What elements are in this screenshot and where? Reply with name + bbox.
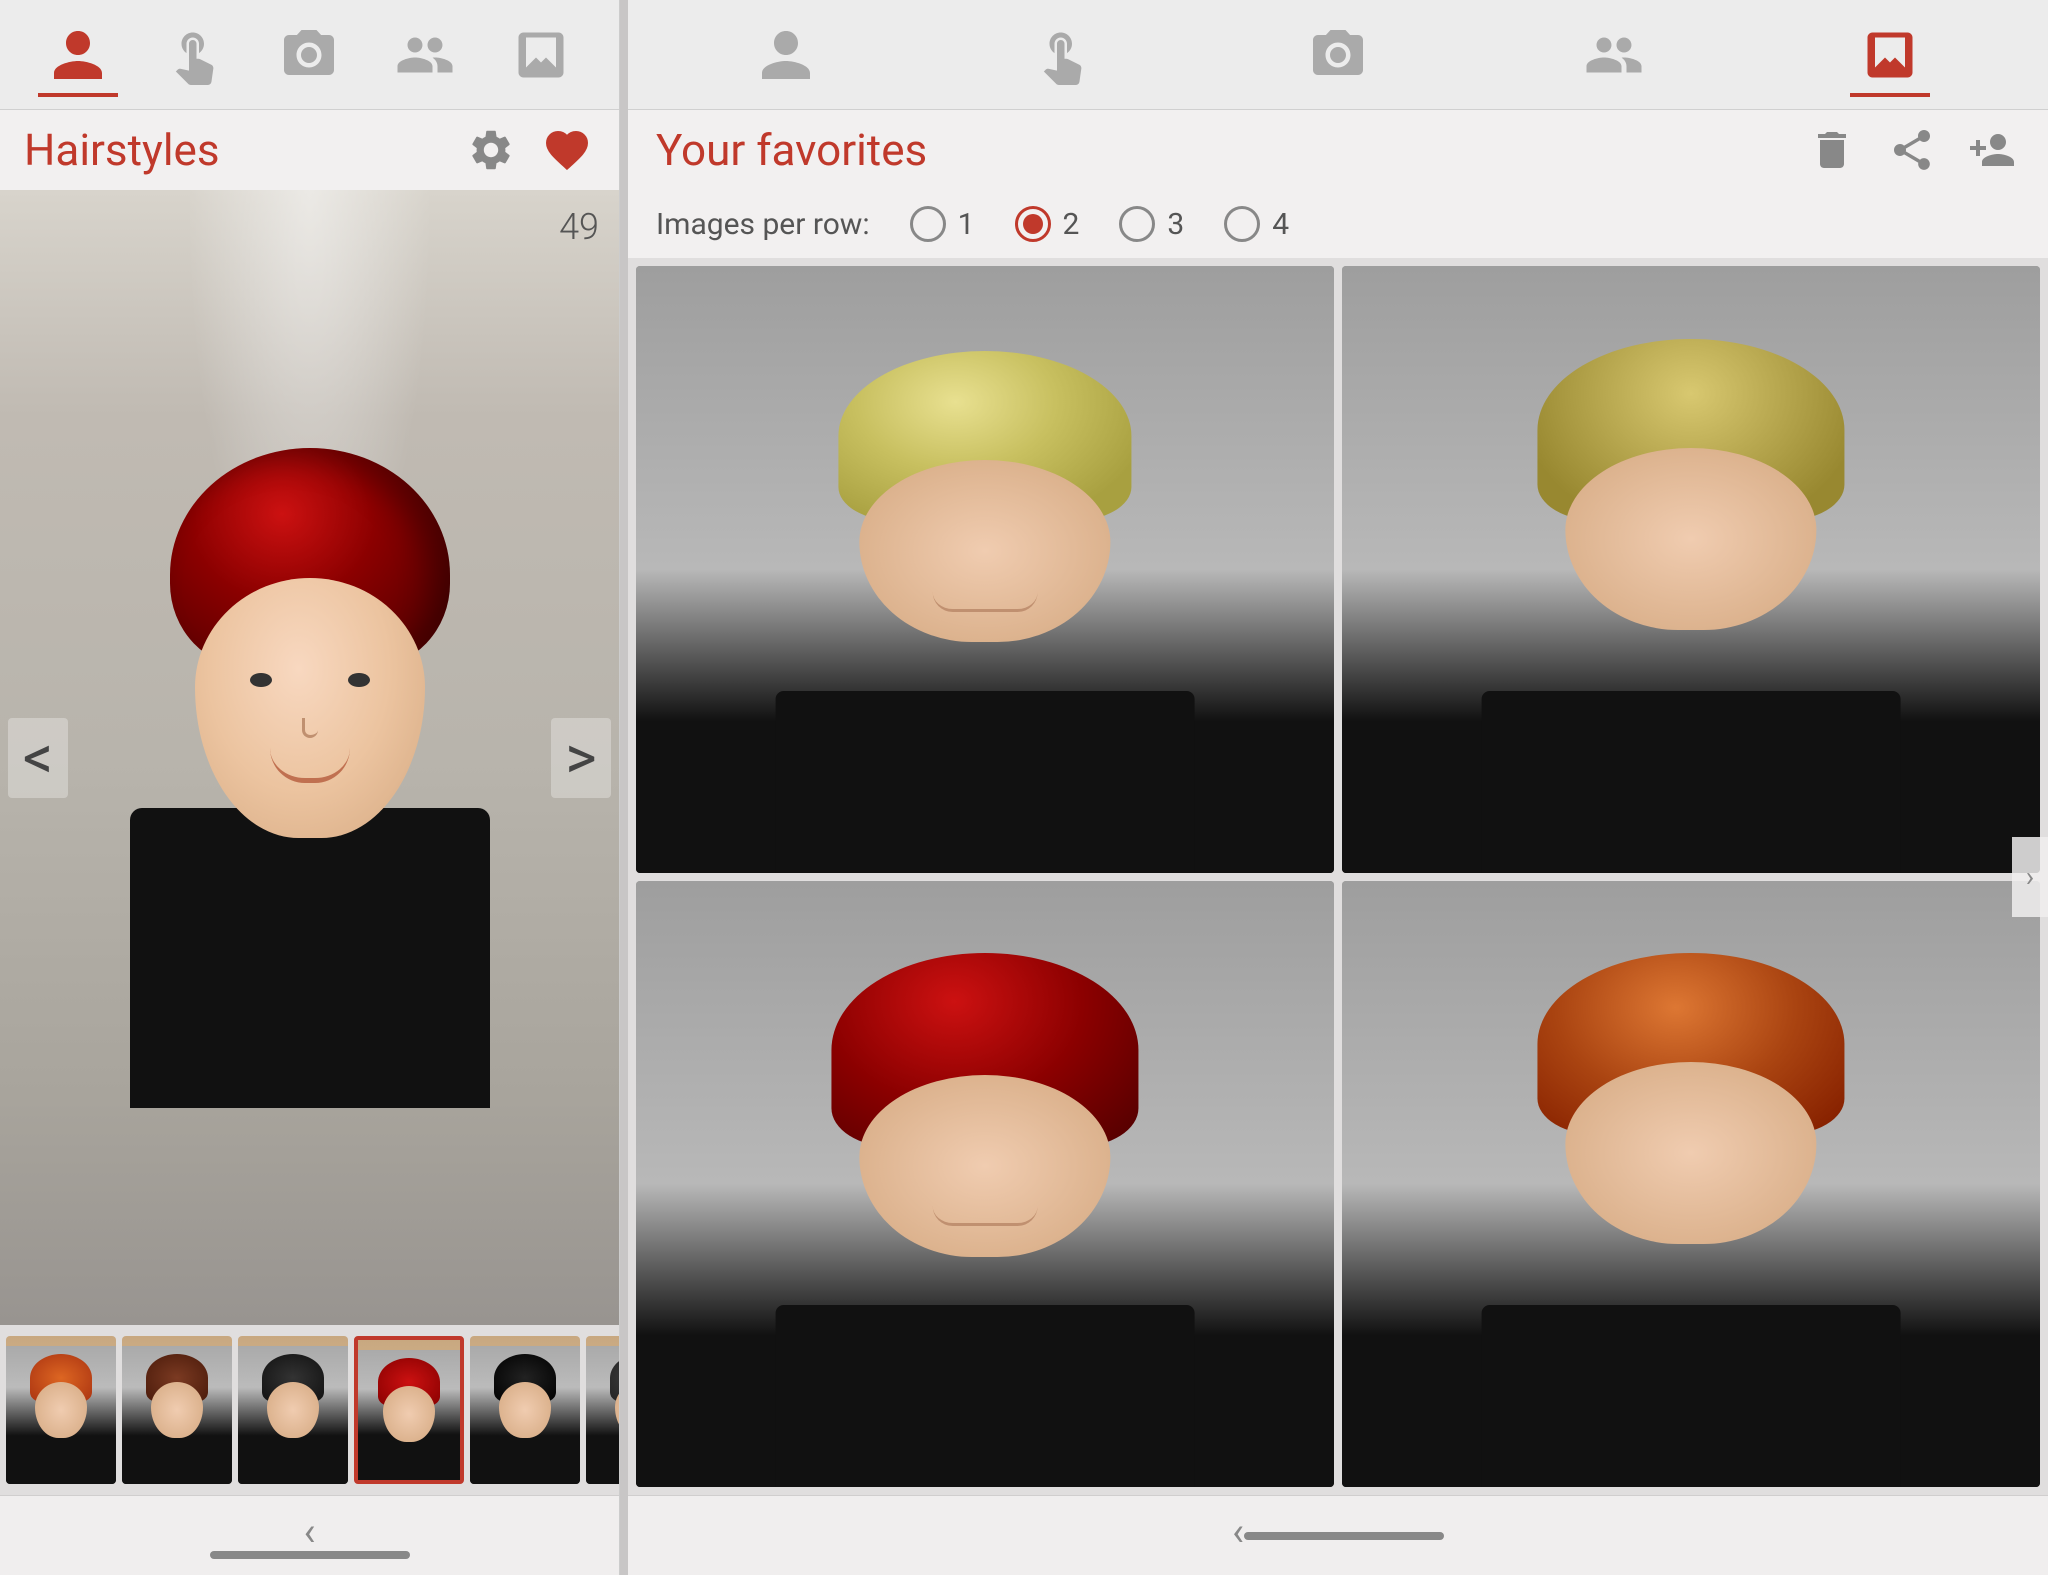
fav-cell-4[interactable] (1342, 881, 2040, 1488)
left-bottom-nav: ‹ (0, 1495, 619, 1575)
fav-img-3 (636, 881, 1334, 1488)
right-top-nav (628, 0, 2048, 110)
header-actions (463, 122, 595, 178)
main-image-bg: 49 < > (0, 190, 619, 1325)
thumbnail-3[interactable] (238, 1336, 348, 1484)
right-page-title: Your favorites (656, 124, 927, 176)
fav-img-4 (1342, 881, 2040, 1488)
radio-2-inner (1023, 214, 1043, 234)
fav-cell-1[interactable] (636, 266, 1334, 873)
thumbnail-6[interactable] (586, 1336, 619, 1484)
ipr-option-4[interactable]: 4 (1224, 206, 1289, 242)
right-back-arrow[interactable]: ‹ (1232, 1508, 1244, 1555)
right-nav-profile[interactable] (746, 15, 826, 95)
left-panel: Hairstyles (0, 0, 620, 1575)
ipr-option-3[interactable]: 3 (1119, 206, 1184, 242)
fav-img-2 (1342, 266, 2040, 873)
nav-gesture[interactable] (154, 15, 234, 95)
images-per-row-selector: Images per row: 1 2 3 4 (628, 190, 2048, 258)
fav-cell-3[interactable] (636, 881, 1334, 1488)
right-nav-gesture[interactable] (1022, 15, 1102, 95)
settings-button[interactable] (463, 122, 519, 178)
radio-2[interactable] (1015, 206, 1051, 242)
right-nav-camera[interactable] (1298, 15, 1378, 95)
share-button[interactable] (1884, 122, 1940, 178)
radio-3[interactable] (1119, 206, 1155, 242)
thumbnail-1[interactable] (6, 1336, 116, 1484)
page-title: Hairstyles (24, 124, 220, 176)
left-home-indicator (210, 1551, 410, 1559)
left-top-nav (0, 0, 619, 110)
main-person (100, 418, 520, 1098)
main-image-area: 49 < > (0, 190, 619, 1325)
radio-4[interactable] (1224, 206, 1260, 242)
radio-1[interactable] (910, 206, 946, 242)
nav-camera[interactable] (269, 15, 349, 95)
panel-divider (620, 0, 628, 1575)
right-nav-community[interactable] (1574, 15, 1654, 95)
nav-community[interactable] (385, 15, 465, 95)
right-home-indicator (1244, 1532, 1444, 1540)
heart-button[interactable] (539, 122, 595, 178)
thumbnail-2[interactable] (122, 1336, 232, 1484)
prev-arrow[interactable]: < (8, 718, 68, 798)
ipr-label-4: 4 (1272, 207, 1289, 242)
person-add-button[interactable] (1964, 122, 2020, 178)
right-edge-chevron[interactable]: › (2012, 837, 2048, 917)
trash-button[interactable] (1804, 122, 1860, 178)
thumbnail-5[interactable] (470, 1336, 580, 1484)
ipr-label-3: 3 (1167, 207, 1184, 242)
fav-cell-2[interactable] (1342, 266, 2040, 873)
image-counter: 49 (559, 206, 599, 248)
next-arrow[interactable]: > (551, 718, 611, 798)
fav-img-1 (636, 266, 1334, 873)
ipr-option-2[interactable]: 2 (1015, 206, 1080, 242)
right-header-actions (1804, 122, 2020, 178)
right-nav-favorites[interactable] (1850, 15, 1930, 95)
thumbnail-4[interactable] (354, 1336, 464, 1484)
ipr-label-2: 2 (1063, 207, 1080, 242)
ipr-label-1: 1 (958, 207, 975, 242)
nav-favorites-left[interactable] (501, 15, 581, 95)
left-back-arrow[interactable]: ‹ (303, 1508, 315, 1555)
right-panel: Your favorites Images per row: (628, 0, 2048, 1575)
thumbnail-strip (0, 1325, 619, 1495)
left-page-header: Hairstyles (0, 110, 619, 190)
right-page-header: Your favorites (628, 110, 2048, 190)
nav-profile[interactable] (38, 15, 118, 95)
right-bottom-nav: ‹ (628, 1495, 2048, 1575)
favorites-grid: › (628, 258, 2048, 1495)
ipr-option-1[interactable]: 1 (910, 206, 975, 242)
ipr-label: Images per row: (656, 207, 870, 242)
